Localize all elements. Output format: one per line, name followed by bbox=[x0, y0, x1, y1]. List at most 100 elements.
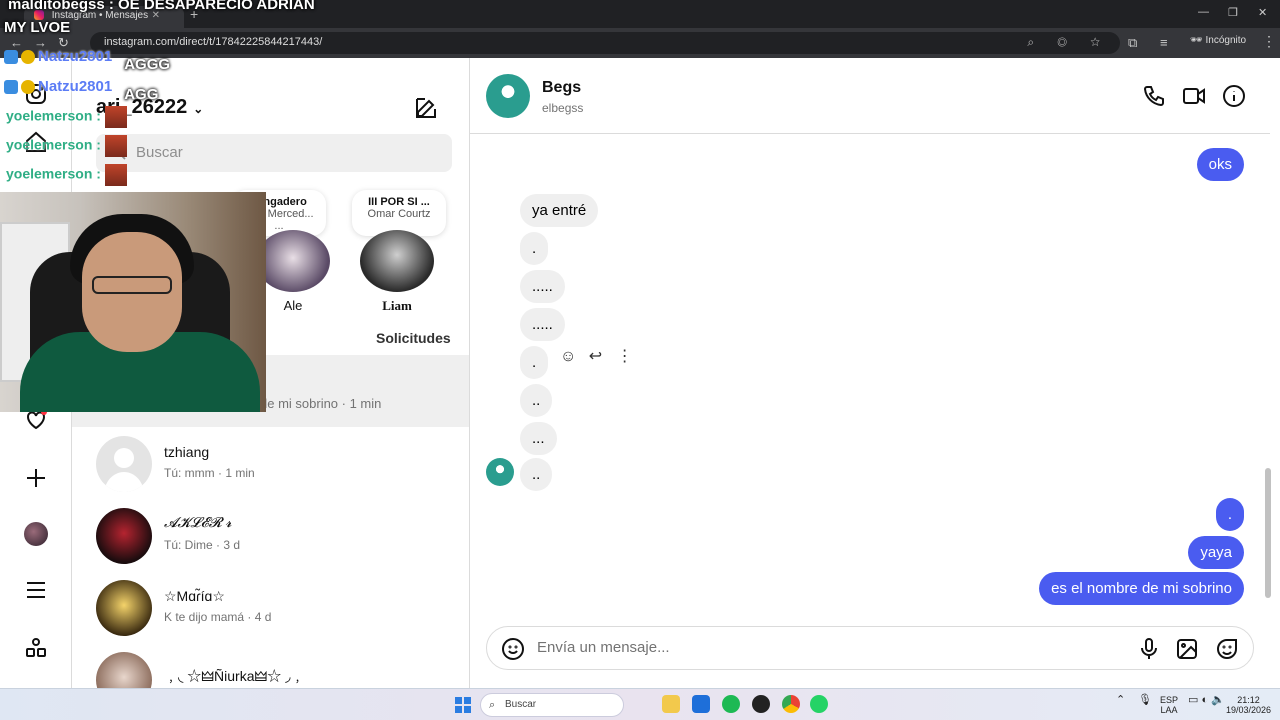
taskbar-search[interactable]: ⌕ Buscar bbox=[480, 693, 624, 717]
note-avatar[interactable] bbox=[360, 230, 434, 292]
chat-header: Begs elbegss bbox=[470, 58, 1270, 134]
microphone-icon[interactable] bbox=[1137, 637, 1161, 661]
incognito-label: Incógnito bbox=[1205, 35, 1247, 46]
tray-chevron-icon[interactable]: ⌃ bbox=[1116, 695, 1125, 706]
message-outgoing[interactable]: oks bbox=[1196, 148, 1244, 181]
media-icon[interactable]: ≡ bbox=[1160, 35, 1168, 50]
thread-row[interactable]: tzhiang Tú: mmm · 1 min bbox=[96, 428, 456, 500]
store-icon[interactable] bbox=[692, 695, 710, 713]
notes-row: Jangadero lo J, Merced... ... Ale III PO… bbox=[232, 190, 469, 320]
phone-call-icon[interactable] bbox=[1142, 84, 1166, 108]
reload-icon[interactable]: ↻ bbox=[58, 35, 69, 51]
windows-taskbar: ⌕ Buscar ⌃ 🎙 ESP LAA ▭ ◐ 🔈 21:12 19/03/202… bbox=[0, 688, 1280, 720]
video-call-icon[interactable] bbox=[1182, 84, 1206, 108]
profile-avatar[interactable] bbox=[24, 522, 48, 546]
home-icon[interactable] bbox=[24, 130, 48, 154]
clock[interactable]: 21:12 19/03/2026 bbox=[1226, 695, 1271, 715]
message-incoming[interactable]: . bbox=[520, 346, 549, 379]
thread-name: tzhiang bbox=[164, 444, 210, 460]
search-input[interactable]: Buscar bbox=[96, 134, 452, 172]
browser-titlebar: Instagram • Mensajes ✕ + — ❐ ✕ bbox=[0, 0, 1280, 28]
contact-name[interactable]: Begs bbox=[542, 79, 581, 97]
lang-top: ESP bbox=[1160, 695, 1179, 705]
webcam-overlay bbox=[0, 192, 266, 412]
chat-scrollbar[interactable] bbox=[1262, 58, 1274, 688]
thread-preview: Tú: Dime · 3 d bbox=[164, 538, 241, 552]
message-incoming[interactable]: .. bbox=[520, 384, 553, 417]
microphone-tray-icon[interactable]: 🎙 bbox=[1138, 695, 1152, 706]
note-sub: Omar Courtz bbox=[367, 208, 431, 220]
emoji-icon[interactable] bbox=[501, 637, 525, 661]
contact-avatar[interactable] bbox=[486, 74, 530, 118]
file-explorer-icon[interactable] bbox=[662, 695, 680, 713]
message-incoming[interactable]: ya entré bbox=[520, 194, 599, 227]
note-name: Liam bbox=[382, 298, 412, 313]
create-plus-icon[interactable] bbox=[24, 466, 48, 490]
thread-preview: Tú: mmm · 1 min bbox=[164, 466, 255, 480]
note-avatar[interactable] bbox=[256, 230, 330, 292]
search-icon bbox=[111, 145, 126, 160]
account-switcher[interactable]: ari_26222 ⌄ bbox=[96, 96, 203, 119]
whatsapp-icon[interactable] bbox=[810, 695, 828, 713]
menu-hamburger-icon[interactable] bbox=[24, 578, 48, 602]
thread-name: ﹐◟ ☆🜲Ñiurka🜲☆ ◞﹐ bbox=[164, 668, 305, 684]
apps-grid-icon[interactable] bbox=[24, 636, 48, 660]
avatar bbox=[96, 580, 152, 636]
thread-name: ☆Mɑɾ̃íɑ☆ bbox=[164, 588, 225, 604]
taskbar-search-label: Buscar bbox=[505, 699, 537, 710]
lang-bottom: LAA bbox=[1160, 705, 1178, 715]
clock-date: 19/03/2026 bbox=[1226, 705, 1272, 715]
react-emoji-icon[interactable]: ☺ bbox=[560, 348, 576, 365]
address-bar[interactable]: instagram.com/direct/t/17842225844217443… bbox=[90, 32, 1120, 54]
close-window-icon[interactable]: ✕ bbox=[1258, 6, 1267, 19]
reply-icon[interactable]: ↩ bbox=[589, 348, 602, 365]
start-windows-icon[interactable] bbox=[455, 697, 471, 713]
info-icon[interactable] bbox=[1222, 84, 1246, 108]
browser-menu-icon[interactable]: ⋮ bbox=[1262, 33, 1276, 50]
contact-handle: elbegss bbox=[542, 101, 584, 115]
browser-tab[interactable]: Instagram • Mensajes ✕ bbox=[24, 6, 184, 28]
obs-icon[interactable] bbox=[752, 695, 770, 713]
thread-row[interactable]: ﹐◟ ☆🜲Ñiurka🜲☆ ◞﹐ bbox=[96, 644, 456, 688]
back-icon[interactable]: ← bbox=[10, 35, 23, 50]
url-text: instagram.com/direct/t/17842225844217443… bbox=[104, 36, 323, 48]
instagram-favicon-icon bbox=[34, 10, 44, 21]
clock-time: 21:12 bbox=[1237, 695, 1260, 705]
more-options-icon[interactable]: ⋮ bbox=[617, 348, 633, 365]
new-message-icon[interactable] bbox=[414, 96, 438, 120]
contact-avatar-small bbox=[486, 458, 514, 486]
message-incoming[interactable]: ... bbox=[520, 422, 557, 455]
extensions-icon[interactable]: ⧉ bbox=[1128, 35, 1137, 51]
instagram-logo-icon[interactable] bbox=[24, 82, 48, 106]
sticker-icon[interactable] bbox=[1215, 637, 1239, 661]
message-outgoing[interactable]: yaya bbox=[1188, 536, 1244, 569]
forward-icon[interactable]: → bbox=[34, 35, 47, 50]
thread-row[interactable]: 𝓐𝓚𝓛𝓔𝓡 𝓻 Tú: Dime · 3 d bbox=[96, 500, 456, 572]
thread-name: 𝓐𝓚𝓛𝓔𝓡 𝓻 bbox=[164, 516, 232, 531]
requests-link[interactable]: Solicitudes bbox=[376, 330, 451, 346]
avatar bbox=[96, 652, 152, 688]
message-incoming[interactable]: . bbox=[520, 232, 549, 265]
message-outgoing[interactable]: es el nombre de mi sobrino bbox=[1039, 572, 1244, 605]
maximize-icon[interactable]: ❐ bbox=[1228, 6, 1238, 19]
network-volume-icons[interactable]: ▭ ◐ 🔈 bbox=[1188, 695, 1225, 706]
active-thread-preview: de mi sobrino · 1 min bbox=[260, 396, 382, 411]
spotify-icon[interactable] bbox=[722, 695, 740, 713]
incognito-badge[interactable]: 🕶 Incógnito bbox=[1190, 35, 1246, 46]
new-tab-icon[interactable]: + bbox=[190, 6, 198, 22]
message-outgoing[interactable]: . bbox=[1215, 498, 1244, 531]
image-icon[interactable] bbox=[1175, 637, 1199, 661]
thread-preview: K te dijo mamá · 4 d bbox=[164, 610, 272, 624]
minimize-icon[interactable]: — bbox=[1198, 6, 1209, 18]
language-indicator[interactable]: ESP LAA bbox=[1160, 695, 1178, 715]
message-incoming[interactable]: ..... bbox=[520, 270, 565, 303]
chevron-down-icon: ⌄ bbox=[193, 102, 204, 116]
close-tab-icon[interactable]: ✕ bbox=[152, 10, 160, 21]
thread-row[interactable]: ☆Mɑɾ̃íɑ☆ K te dijo mamá · 4 d bbox=[96, 572, 456, 644]
message-composer[interactable]: Envía un mensaje... bbox=[486, 626, 1254, 670]
chrome-icon[interactable] bbox=[782, 695, 800, 713]
account-username: ari_26222 bbox=[96, 96, 188, 118]
message-incoming[interactable]: ..... bbox=[520, 308, 565, 341]
note-name: Ale bbox=[283, 298, 303, 313]
message-incoming[interactable]: .. bbox=[520, 458, 553, 491]
